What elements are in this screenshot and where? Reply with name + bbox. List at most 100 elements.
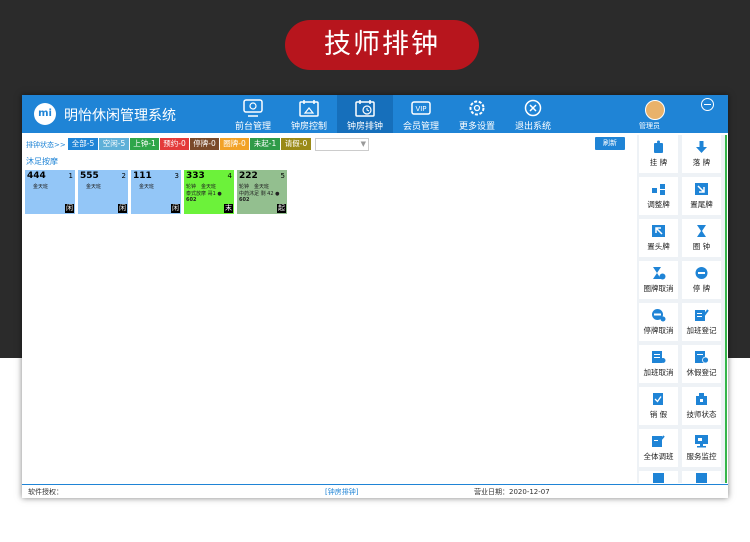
monitor-service-icon bbox=[695, 435, 708, 448]
card-line: 轮钟 金天班 bbox=[186, 184, 217, 190]
filter-on-duty[interactable]: 上钟-1 bbox=[130, 138, 159, 150]
filter-suspended[interactable]: 停牌-0 bbox=[190, 138, 219, 150]
shift-all-button[interactable]: 全体调班 bbox=[639, 429, 678, 467]
stop-cancel-icon bbox=[652, 309, 666, 322]
overtime-cancel-button[interactable]: 加班取消 bbox=[639, 345, 678, 383]
more-button[interactable] bbox=[682, 471, 721, 483]
business-date: 营业日期：2020-12-07 bbox=[474, 488, 550, 496]
card-line: 金天班 bbox=[33, 184, 49, 190]
tech-card[interactable]: 111 3 金天班 闲 bbox=[130, 169, 182, 215]
tech-card[interactable]: 222 5 轮钟 金天班 中药沐足 剩 42 ● 602 起 bbox=[236, 169, 288, 215]
button-label: 服务监控 bbox=[686, 452, 717, 461]
section-title: 沐足按摩 bbox=[26, 157, 58, 166]
button-label: 挂 牌 bbox=[649, 158, 668, 167]
card-index: 4 bbox=[227, 172, 232, 180]
button-label: 置头牌 bbox=[647, 242, 670, 251]
tag-icon bbox=[654, 140, 663, 153]
button-label: 销 假 bbox=[649, 410, 668, 419]
filter-leave[interactable]: 请假-0 bbox=[281, 138, 311, 150]
app-window: mi 明怡休闲管理系统 前台管理 钟房控制 钟房排钟 VIP 会员管理 更多设置… bbox=[22, 95, 728, 498]
filter-idle[interactable]: 空闲-5 bbox=[99, 138, 129, 150]
card-line: 中药沐足 剩 42 ● bbox=[239, 191, 280, 197]
tech-status-icon bbox=[696, 393, 707, 405]
nav-room-schedule[interactable]: 钟房排钟 bbox=[337, 95, 393, 133]
button-label: 圈 钟 bbox=[692, 242, 711, 251]
tech-status-button[interactable]: 技师状态 bbox=[682, 387, 721, 425]
cancel-suspend-button[interactable]: 停牌取消 bbox=[639, 303, 678, 341]
cancel-circle-button[interactable]: 圈牌取消 bbox=[639, 261, 678, 299]
nav-exit[interactable]: 退出系统 bbox=[505, 95, 561, 133]
sidebar-border bbox=[725, 135, 727, 483]
status-bar: 软件授权： [钟房排钟] 营业日期：2020-12-07 bbox=[22, 484, 728, 499]
tech-card[interactable]: 444 1 金天班 闲 bbox=[24, 169, 76, 215]
filter-all[interactable]: 全部-5 bbox=[68, 138, 98, 150]
filter-circled[interactable]: 圈牌-0 bbox=[220, 138, 249, 150]
refresh-button[interactable]: 刷新 bbox=[595, 137, 625, 150]
suspend-button[interactable]: 停 牌 bbox=[682, 261, 721, 299]
room-select[interactable]: ▼ bbox=[315, 138, 369, 151]
nav-label: 钟房控制 bbox=[290, 122, 327, 132]
arrow-bottom-right-icon bbox=[695, 183, 708, 195]
arrow-down-icon bbox=[696, 141, 707, 153]
end-leave-button[interactable]: 销 假 bbox=[639, 387, 678, 425]
gear-icon bbox=[469, 100, 485, 116]
breadcrumb: 排钟状态>> bbox=[26, 141, 66, 149]
nav-room-control[interactable]: 钟房控制 bbox=[281, 95, 337, 133]
service-monitor-button[interactable]: 服务监控 bbox=[682, 429, 721, 467]
svg-text:VIP: VIP bbox=[415, 105, 426, 113]
hourglass-icon bbox=[697, 225, 706, 237]
hang-tag-button[interactable]: 挂 牌 bbox=[639, 135, 678, 173]
leave-register-button[interactable]: 休假登记 bbox=[682, 345, 721, 383]
move-head-button[interactable]: 置头牌 bbox=[639, 219, 678, 257]
nav-label: 前台管理 bbox=[234, 122, 271, 132]
button-label: 调整牌 bbox=[647, 200, 670, 209]
doc-icon bbox=[696, 473, 707, 483]
filter-not-started[interactable]: 未起-1 bbox=[250, 138, 280, 150]
monitor-icon bbox=[243, 99, 263, 117]
adjust-tag-button[interactable]: 调整牌 bbox=[639, 177, 678, 215]
drop-tag-button[interactable]: 落 牌 bbox=[682, 135, 721, 173]
card-line: 泰式放摩 哥1 ● bbox=[186, 191, 222, 197]
calendar-home-icon bbox=[299, 100, 319, 117]
doc-check-icon bbox=[653, 393, 663, 405]
nav-settings[interactable]: 更多设置 bbox=[449, 95, 505, 133]
card-index: 3 bbox=[174, 172, 179, 180]
action-sidebar: 挂 牌 落 牌 调整牌 置尾牌 置头牌 圈 钟 圈牌取消 停 牌 停牌取消 加班… bbox=[637, 135, 725, 483]
button-label: 加班登记 bbox=[686, 326, 717, 335]
card-status: 闲 bbox=[118, 204, 127, 213]
vip-card-icon: VIP bbox=[411, 101, 431, 115]
button-label: 加班取消 bbox=[643, 368, 674, 377]
arrow-top-left-icon bbox=[652, 225, 665, 237]
overtime-register-button[interactable]: 加班登记 bbox=[682, 303, 721, 341]
avatar[interactable] bbox=[645, 100, 665, 120]
banner-title: 技师排钟 bbox=[285, 20, 479, 70]
calendar-clock-icon bbox=[355, 100, 375, 117]
nav-label: 会员管理 bbox=[402, 122, 439, 132]
minimize-icon[interactable] bbox=[701, 98, 714, 111]
tech-card[interactable]: 555 2 金天班 闲 bbox=[77, 169, 129, 215]
card-line: 轮钟 金天班 bbox=[239, 184, 270, 190]
user-name: 管理员 bbox=[639, 122, 660, 130]
nav-label: 钟房排钟 bbox=[346, 122, 383, 132]
move-tail-button[interactable]: 置尾牌 bbox=[682, 177, 721, 215]
button-label: 休假登记 bbox=[686, 368, 717, 377]
button-label: 停牌取消 bbox=[643, 326, 674, 335]
chevron-down-icon: ▼ bbox=[360, 140, 366, 148]
close-circle-icon bbox=[524, 99, 542, 117]
nav-member[interactable]: VIP 会员管理 bbox=[393, 95, 449, 133]
button-label: 落 牌 bbox=[692, 158, 711, 167]
circle-clock-button[interactable]: 圈 钟 bbox=[682, 219, 721, 257]
filter-reserved[interactable]: 预约-0 bbox=[160, 138, 189, 150]
app-logo: mi bbox=[34, 103, 56, 125]
button-label: 圈牌取消 bbox=[643, 284, 674, 293]
app-title: 明怡休闲管理系统 bbox=[64, 108, 176, 124]
module-label: [钟房排钟] bbox=[325, 488, 359, 496]
card-line: 602 bbox=[186, 197, 197, 203]
tech-card[interactable]: 333 4 轮钟 金天班 泰式放摩 哥1 ● 602 末 bbox=[183, 169, 235, 215]
card-number: 444 bbox=[27, 171, 46, 181]
card-status: 闲 bbox=[65, 204, 74, 213]
more-button[interactable] bbox=[639, 471, 678, 483]
card-index: 5 bbox=[280, 172, 285, 180]
nav-front-desk[interactable]: 前台管理 bbox=[225, 95, 281, 133]
card-index: 2 bbox=[121, 172, 126, 180]
